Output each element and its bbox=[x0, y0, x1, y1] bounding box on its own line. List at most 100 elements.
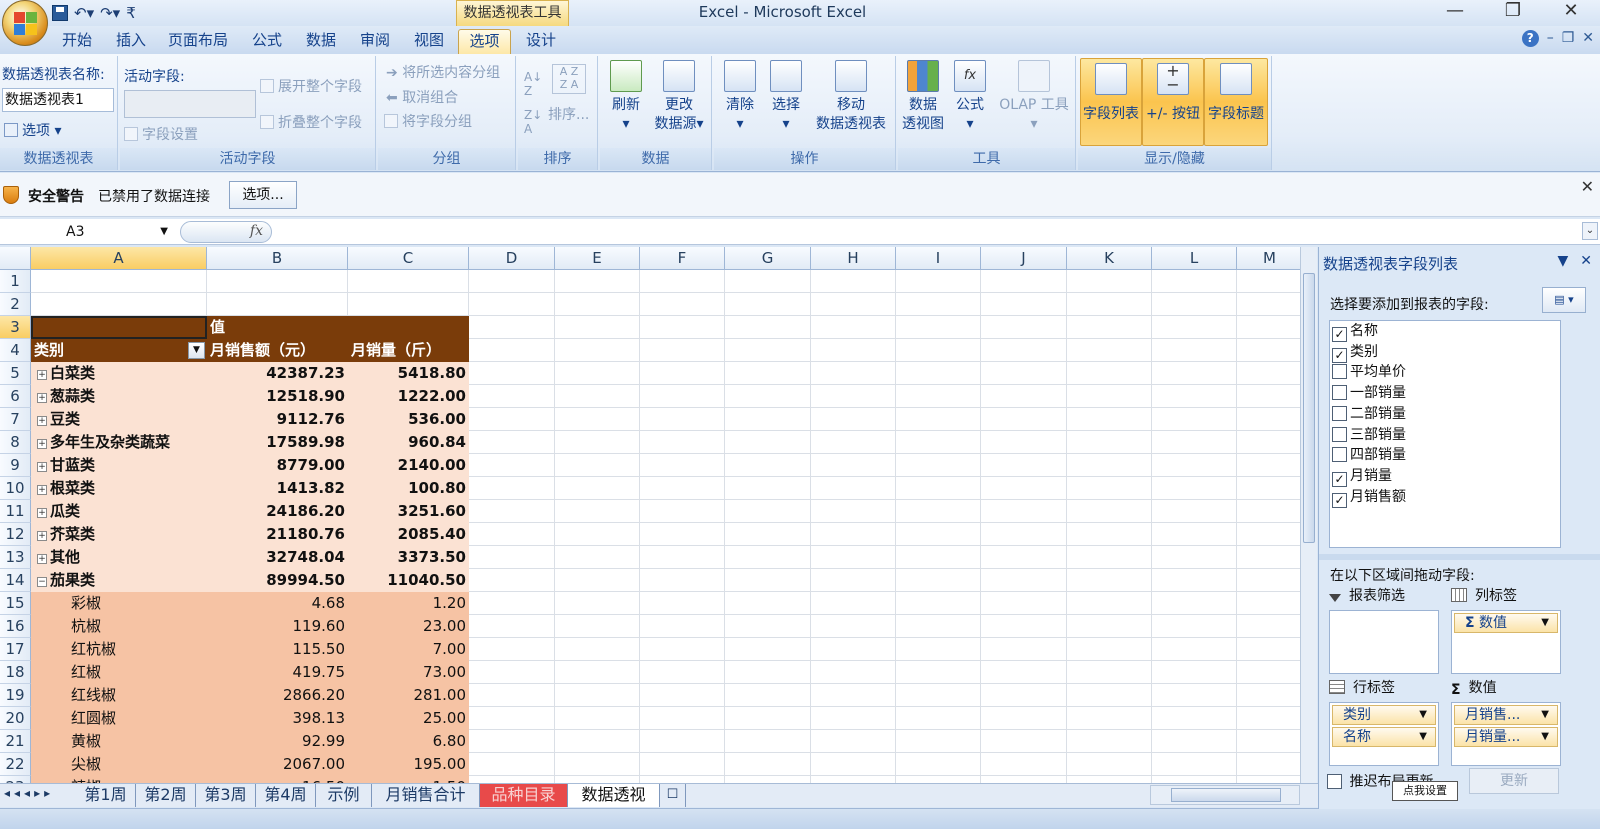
pivot-qty-cell[interactable]: 6.80 bbox=[348, 730, 469, 753]
pivot-qty-cell[interactable]: 281.00 bbox=[348, 684, 469, 707]
column-header[interactable]: F bbox=[640, 247, 725, 270]
column-header[interactable]: M bbox=[1237, 247, 1300, 270]
checkbox-icon[interactable] bbox=[1332, 405, 1347, 421]
pivot-sales-cell[interactable]: 115.50 bbox=[207, 638, 348, 661]
sort-button[interactable]: 排序... bbox=[548, 104, 589, 124]
row-header[interactable]: 14 bbox=[0, 569, 31, 592]
row-header[interactable]: 11 bbox=[0, 500, 31, 523]
pivot-sales-cell[interactable]: 42387.23 bbox=[207, 362, 348, 385]
row-header[interactable]: 4 bbox=[0, 339, 31, 362]
expand-plus-icon[interactable]: + bbox=[37, 416, 47, 426]
pivot-category-cell[interactable]: + 甘蓝类 bbox=[31, 454, 207, 477]
pivot-chart-button[interactable]: 数据 透视图 bbox=[900, 60, 946, 134]
pivot-sales-cell[interactable]: 9112.76 bbox=[207, 408, 348, 431]
pivot-item-cell[interactable]: 黄椒 bbox=[31, 730, 207, 753]
column-header[interactable]: L bbox=[1152, 247, 1237, 270]
column-chip-values[interactable]: Σ 数值 ▼ bbox=[1454, 613, 1558, 633]
pivot-category-cell[interactable]: − 茄果类 bbox=[31, 569, 207, 592]
checkbox-icon[interactable] bbox=[1332, 426, 1347, 442]
security-options-button[interactable]: 选项... bbox=[229, 181, 297, 209]
sheet-tab[interactable]: 第2周 bbox=[136, 784, 196, 807]
row-header[interactable]: 15 bbox=[0, 592, 31, 615]
row-header[interactable]: 22 bbox=[0, 753, 31, 776]
olap-tools-button[interactable]: OLAP 工具 ▾ bbox=[994, 60, 1074, 134]
pivot-col-header-sales[interactable]: 月销售额（元） bbox=[207, 339, 348, 362]
expand-plus-icon[interactable]: + bbox=[37, 508, 47, 518]
active-field-input[interactable] bbox=[124, 90, 256, 118]
expand-formula-bar-icon[interactable]: ⌄ bbox=[1582, 222, 1598, 240]
field-list-item[interactable]: 平均单价 bbox=[1332, 362, 1406, 382]
insert-function-icon[interactable]: fx bbox=[250, 223, 263, 239]
pivot-item-cell[interactable]: 杭椒 bbox=[31, 615, 207, 638]
plus-minus-buttons-toggle[interactable]: + − +/- 按钮 bbox=[1142, 58, 1204, 146]
pivot-qty-cell[interactable]: 100.80 bbox=[348, 477, 469, 500]
pivot-sales-cell[interactable]: 8779.00 bbox=[207, 454, 348, 477]
field-headers-toggle[interactable]: 字段标题 bbox=[1204, 58, 1268, 146]
clear-button[interactable]: 清除 ▾ bbox=[720, 60, 760, 134]
sheet-tab[interactable]: 第4周 bbox=[256, 784, 316, 807]
insert-sheet-icon[interactable]: ☐ bbox=[660, 784, 686, 807]
expand-plus-icon[interactable]: + bbox=[37, 393, 47, 403]
expand-field-button[interactable]: 展开整个字段 bbox=[260, 76, 362, 96]
field-list-item[interactable]: ✓ 名称 bbox=[1332, 321, 1378, 342]
row-header[interactable]: 3 bbox=[0, 316, 31, 339]
pivot-sales-cell[interactable]: 21180.76 bbox=[207, 523, 348, 546]
checkbox-icon[interactable] bbox=[1332, 447, 1347, 463]
pivot-options-button[interactable]: 选项 ▾ bbox=[4, 120, 61, 140]
name-box[interactable]: A3 ▼ bbox=[0, 220, 174, 244]
group-selection-button[interactable]: ➔ 将所选内容分组 bbox=[386, 62, 500, 82]
row-header[interactable]: 23 bbox=[0, 776, 31, 783]
row-header[interactable]: 7 bbox=[0, 408, 31, 431]
tab-home[interactable]: 开始 bbox=[52, 29, 102, 54]
pivot-sales-cell[interactable]: 119.60 bbox=[207, 615, 348, 638]
pivot-qty-cell[interactable]: 1222.00 bbox=[348, 385, 469, 408]
row-header[interactable]: 2 bbox=[0, 293, 31, 316]
row-header[interactable]: 1 bbox=[0, 270, 31, 293]
pivot-row-header[interactable]: 类别 ▼ bbox=[31, 339, 207, 362]
tab-formulas[interactable]: 公式 bbox=[242, 29, 292, 54]
tab-insert[interactable]: 插入 bbox=[106, 29, 156, 54]
expand-plus-icon[interactable]: + bbox=[37, 439, 47, 449]
expand-plus-icon[interactable]: + bbox=[37, 462, 47, 472]
pivot-sales-cell[interactable]: 89994.50 bbox=[207, 569, 348, 592]
pivot-sales-cell[interactable]: 2067.00 bbox=[207, 753, 348, 776]
office-button[interactable] bbox=[2, 0, 48, 46]
field-list-item[interactable]: 一部销量 bbox=[1332, 383, 1406, 403]
column-header[interactable]: H bbox=[811, 247, 896, 270]
checkbox-icon[interactable]: ✓ bbox=[1332, 347, 1347, 363]
expand-plus-icon[interactable]: + bbox=[37, 554, 47, 564]
collapse-field-button[interactable]: 折叠整个字段 bbox=[260, 112, 362, 132]
row-header[interactable]: 17 bbox=[0, 638, 31, 661]
checkbox-icon[interactable]: ✓ bbox=[1332, 327, 1347, 342]
tab-review[interactable]: 审阅 bbox=[350, 29, 400, 54]
collapse-minus-icon[interactable]: − bbox=[37, 577, 47, 587]
minimize-button[interactable]: — bbox=[1426, 0, 1484, 24]
pivot-item-cell[interactable]: 红圆椒 bbox=[31, 707, 207, 730]
column-header[interactable]: E bbox=[555, 247, 640, 270]
pivot-sales-cell[interactable]: 419.75 bbox=[207, 661, 348, 684]
group-field-button[interactable]: 将字段分组 bbox=[384, 111, 472, 131]
pivot-sales-cell[interactable]: 2866.20 bbox=[207, 684, 348, 707]
pivot-qty-cell[interactable]: 73.00 bbox=[348, 661, 469, 684]
checkbox-icon[interactable]: ✓ bbox=[1332, 471, 1347, 487]
row-header[interactable]: 16 bbox=[0, 615, 31, 638]
pivot-item-cell[interactable]: 红杭椒 bbox=[31, 638, 207, 661]
chevron-down-icon[interactable]: ▼ bbox=[160, 220, 168, 244]
field-settings-button[interactable]: 字段设置 bbox=[124, 124, 198, 144]
field-list-toggle[interactable]: 字段列表 bbox=[1080, 58, 1142, 146]
row-header[interactable]: 19 bbox=[0, 684, 31, 707]
expand-plus-icon[interactable]: + bbox=[37, 531, 47, 541]
ribbon-restore-icon[interactable]: ❐ bbox=[1562, 30, 1575, 47]
layout-selector-icon[interactable]: ▤ ▾ bbox=[1542, 287, 1586, 313]
update-button[interactable]: 更新 bbox=[1469, 768, 1559, 794]
sheet-tab[interactable]: 示例 bbox=[316, 784, 372, 807]
tab-data[interactable]: 数据 bbox=[296, 29, 346, 54]
pivot-qty-cell[interactable]: 1.50 bbox=[348, 776, 469, 783]
row-header[interactable]: 5 bbox=[0, 362, 31, 385]
pivot-sales-cell[interactable]: 32748.04 bbox=[207, 546, 348, 569]
column-header[interactable]: C bbox=[348, 247, 469, 270]
row-header[interactable]: 9 bbox=[0, 454, 31, 477]
field-list-item[interactable]: ✓ 月销量 bbox=[1332, 466, 1392, 487]
pivot-category-cell[interactable]: + 芥菜类 bbox=[31, 523, 207, 546]
column-header[interactable]: B bbox=[207, 247, 348, 270]
